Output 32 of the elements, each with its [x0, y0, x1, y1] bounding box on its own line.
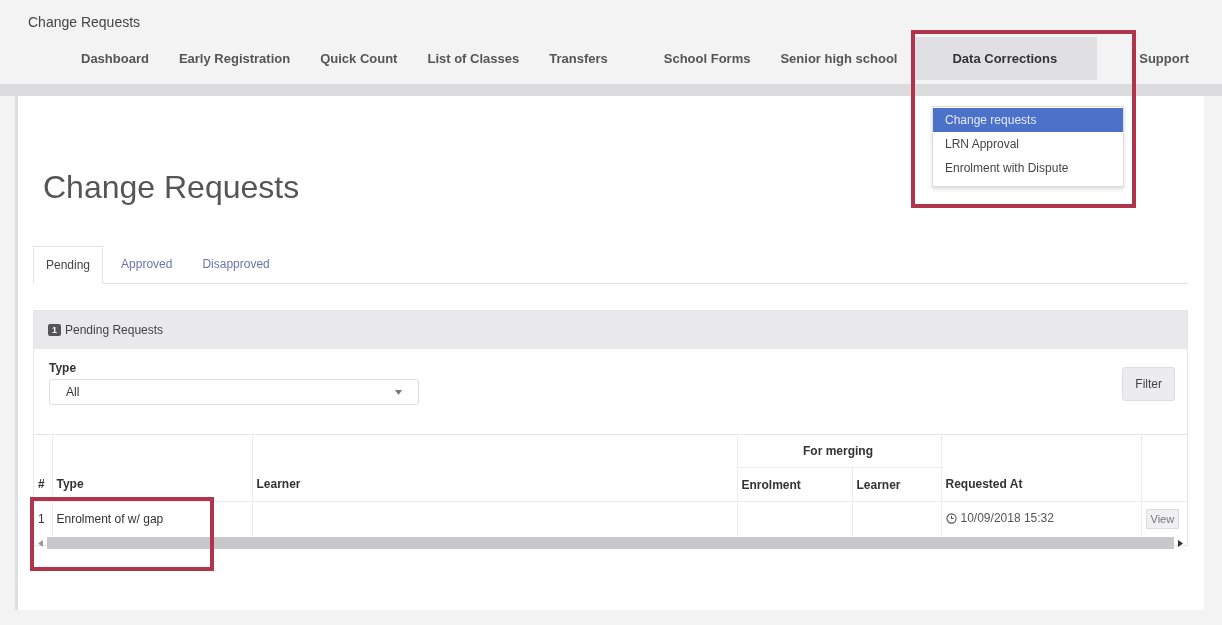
table-cell: 10/09/2018 15:32	[945, 511, 1054, 526]
nav-item[interactable]: Quick Count	[305, 37, 413, 80]
table-cell: Enrolment of w/ gap	[56, 512, 164, 526]
menu-item[interactable]: Enrolment with Dispute	[933, 156, 1123, 180]
type-select[interactable]: All	[49, 379, 419, 405]
count-badge: 1	[48, 324, 61, 336]
nav-item[interactable]: Data Corrections	[912, 37, 1098, 80]
table-cell: 1	[38, 512, 45, 526]
field-label: Type	[49, 361, 78, 375]
tab[interactable]: Disapproved	[190, 246, 282, 283]
column-header: Learner	[256, 477, 301, 492]
column-header: For merging	[803, 444, 873, 458]
nav-item[interactable]: Early Registration	[163, 37, 306, 80]
column-header: #	[38, 477, 45, 492]
nav-item[interactable]: School Forms	[648, 37, 766, 80]
column-header: Requested At	[945, 477, 1023, 492]
column-header: Type	[56, 477, 84, 492]
menu-item[interactable]: LRN Approval	[933, 132, 1123, 156]
view-button[interactable]: View	[1145, 509, 1180, 529]
column-header: Enrolment	[741, 477, 801, 492]
app-title: Change Requests	[28, 14, 142, 30]
nav-item[interactable]: Transfers	[534, 37, 623, 80]
tab[interactable]: Pending	[33, 246, 104, 284]
nav-item[interactable]: Dashboard	[66, 37, 164, 80]
nav-item[interactable]: List of Classes	[412, 37, 535, 80]
nav-item[interactable]: Support	[1097, 37, 1205, 80]
nav-item[interactable]: Senior high school	[765, 37, 913, 80]
tab[interactable]: Approved	[109, 246, 185, 283]
column-header: Learner	[856, 477, 901, 492]
panel-title: Pending Requests	[65, 323, 164, 337]
filter-button[interactable]: Filter	[1122, 367, 1175, 401]
menu-item[interactable]: Change requests	[933, 108, 1123, 132]
